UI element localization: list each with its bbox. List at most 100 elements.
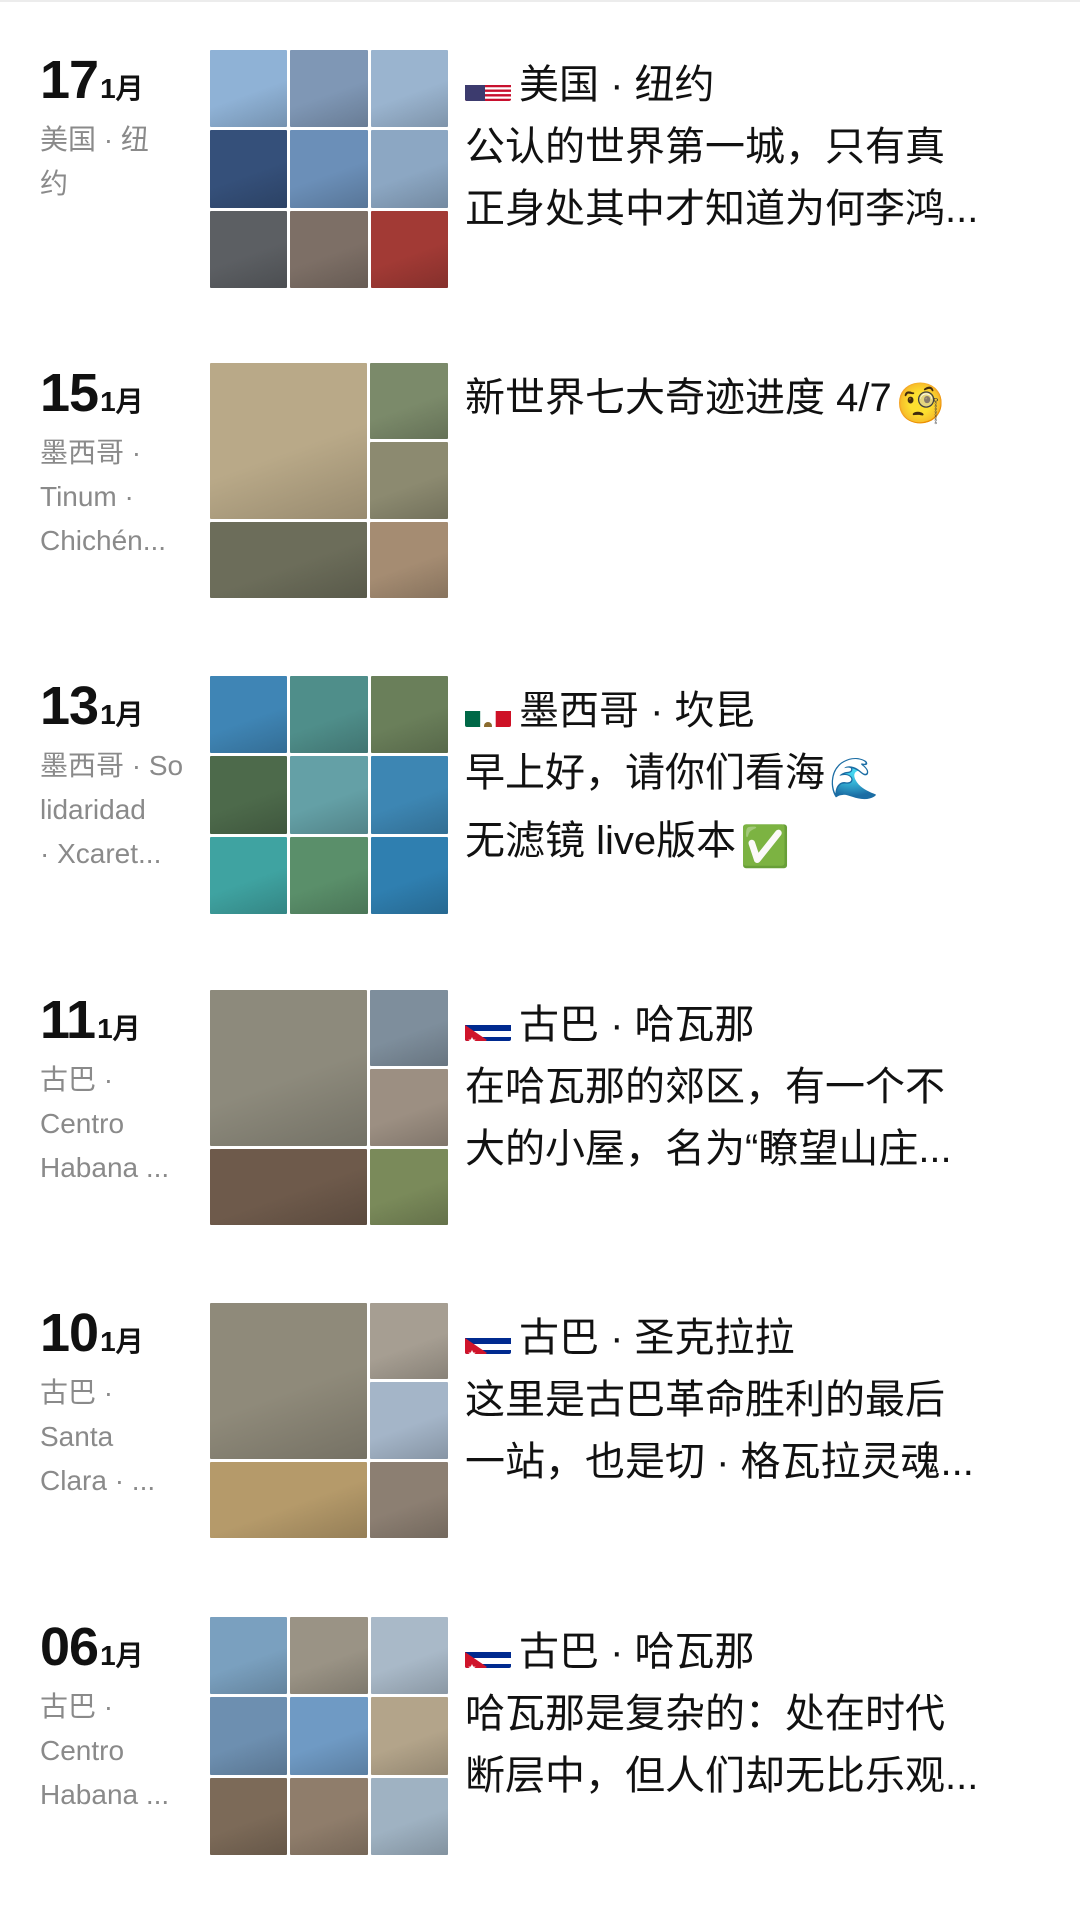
photo-thumbnail[interactable] <box>210 130 288 208</box>
photo-thumbnail[interactable] <box>370 130 448 208</box>
date-column: 151月墨西哥 · Tinum · Chichén... <box>40 363 205 563</box>
date-column: 131月 墨西哥 · So lidaridad · Xcaret... <box>40 676 205 876</box>
photo-thumbnail[interactable] <box>290 756 368 834</box>
post-text[interactable]: 古巴 · 哈瓦那 哈瓦那是复杂的：处在时代 断层中，但人们却无比乐观... <box>465 1621 1025 1807</box>
moment-entry[interactable]: 101月 古巴 · Santa Clara · ... 古巴 · 圣克拉拉 这里是古巴革命… <box>0 1303 1080 1543</box>
description-text: 哈瓦那是复杂的：处在时代 <box>465 1692 945 1736</box>
photo-thumbnail[interactable] <box>370 1697 448 1775</box>
location-line: 古巴 · <box>40 1377 114 1408</box>
description-line: 在哈瓦那的郊区，有一个不 <box>465 1056 1025 1118</box>
location-line: 古巴 · <box>40 1691 114 1722</box>
emoji-icon: 🌊 <box>829 757 879 801</box>
photo-thumbnail[interactable] <box>290 50 368 128</box>
moment-entry[interactable]: 061月 古巴 · Centro Habana ... 古巴 · 哈瓦那 哈瓦那是复杂的：… <box>0 1617 1080 1857</box>
photo-thumbnail[interactable] <box>210 1777 288 1855</box>
month-label: 1月 <box>100 73 144 104</box>
emoji-icon: ✅ <box>740 825 790 869</box>
photo-thumbnail[interactable] <box>290 210 368 288</box>
photo-thumbnail[interactable] <box>370 756 448 834</box>
photo-thumbnail[interactable] <box>290 1697 368 1775</box>
photo-thumbnail[interactable] <box>370 1303 448 1380</box>
description-line: 这里是古巴革命胜利的最后 <box>465 1369 1025 1431</box>
day-number: 15 <box>40 363 99 423</box>
photo-thumbnail[interactable] <box>210 1697 288 1775</box>
location-text: 美国 · 纽约 <box>40 118 205 206</box>
photo-thumbnail[interactable] <box>290 836 368 914</box>
description-line: 公认的世界第一城，只有真 <box>465 116 1025 178</box>
moment-entry[interactable]: 151月墨西哥 · Tinum · Chichén... 新世界七大奇迹进度 4/7 🧐 <box>0 363 1080 603</box>
photo-thumbnail[interactable] <box>370 836 448 914</box>
photo-thumbnail[interactable] <box>210 363 367 519</box>
location-text: 墨西哥 · Tinum · Chichén... <box>40 431 205 563</box>
location-line: 约 <box>40 168 69 199</box>
date-line: 111月 <box>40 990 205 1050</box>
photo-thumbnail[interactable] <box>210 836 288 914</box>
photo-thumbnail[interactable] <box>370 990 448 1067</box>
moment-entry[interactable]: 171月美国 · 纽约 美国 · 纽约 公认的世界第一城，只有真 正身处其中才知道为何… <box>0 50 1080 290</box>
description-text: 早上好，请你们看海 <box>465 751 825 795</box>
location-line: 古巴 · <box>40 1064 114 1095</box>
photo-thumbnail[interactable] <box>210 990 367 1146</box>
photo-thumbnail[interactable] <box>370 1461 448 1538</box>
photo-thumbnail[interactable] <box>210 756 288 834</box>
photo-thumbnail[interactable] <box>370 1777 448 1855</box>
photo-grid[interactable] <box>210 990 448 1228</box>
photo-thumbnail[interactable] <box>290 1617 368 1695</box>
photo-thumbnail[interactable] <box>210 676 288 754</box>
post-description: 这里是古巴革命胜利的最后 一站，也是切 · 格瓦拉灵魂... <box>465 1369 1025 1493</box>
description-line: 哈瓦那是复杂的：处在时代 <box>465 1683 1025 1745</box>
date-line: 171月 <box>40 50 205 110</box>
photo-thumbnail[interactable] <box>370 442 448 519</box>
description-line: 无滤镜 live版本 ✅ <box>465 810 1025 878</box>
location-text: 古巴 · Centro Habana ... <box>40 1685 205 1817</box>
location-line: Habana ... <box>40 1779 170 1810</box>
place-name: 古巴 · 哈瓦那 <box>519 1003 755 1047</box>
photo-thumbnail[interactable] <box>210 1148 367 1225</box>
photo-thumbnail[interactable] <box>370 363 448 440</box>
photo-thumbnail[interactable] <box>370 676 448 754</box>
photo-thumbnail[interactable] <box>210 1617 288 1695</box>
day-number: 06 <box>40 1617 99 1677</box>
description-text: 在哈瓦那的郊区，有一个不 <box>465 1065 945 1109</box>
emoji-icon: 🧐 <box>895 382 946 426</box>
moment-entry[interactable]: 131月 墨西哥 · So lidaridad · Xcaret... 墨西哥 · 坎昆… <box>0 676 1080 916</box>
moment-entry[interactable]: 111月 古巴 · Centro Habana ... 古巴 · 哈瓦那 在哈瓦那的郊区，… <box>0 990 1080 1230</box>
photo-thumbnail[interactable] <box>370 210 448 288</box>
post-description: 公认的世界第一城，只有真 正身处其中才知道为何李鸿... <box>465 116 1025 240</box>
photo-thumbnail[interactable] <box>370 50 448 128</box>
date-column: 101月 古巴 · Santa Clara · ... <box>40 1303 205 1503</box>
post-text[interactable]: 古巴 · 圣克拉拉 这里是古巴革命胜利的最后 一站，也是切 · 格瓦拉灵魂... <box>465 1307 1025 1493</box>
photo-thumbnail[interactable] <box>370 1617 448 1695</box>
photo-thumbnail[interactable] <box>370 1382 448 1459</box>
photo-thumbnail[interactable] <box>210 210 288 288</box>
photo-grid[interactable] <box>210 676 448 914</box>
photo-thumbnail[interactable] <box>370 521 448 598</box>
photo-grid[interactable] <box>210 50 448 288</box>
photo-thumbnail[interactable] <box>370 1148 448 1225</box>
date-line: 151月 <box>40 363 205 423</box>
photo-thumbnail[interactable] <box>370 1069 448 1146</box>
location-line: Tinum · <box>40 481 134 512</box>
date-line: 061月 <box>40 1617 205 1677</box>
date-column: 111月 古巴 · Centro Habana ... <box>40 990 205 1190</box>
location-line: Santa <box>40 1421 114 1452</box>
date-column: 061月古巴 · Centro Habana ... <box>40 1617 205 1817</box>
photo-thumbnail[interactable] <box>290 130 368 208</box>
post-text[interactable]: 新世界七大奇迹进度 4/7 🧐 <box>465 367 1025 435</box>
post-text[interactable]: 墨西哥 · 坎昆 早上好，请你们看海 🌊 无滤镜 live版本 ✅ <box>465 680 1025 878</box>
post-text[interactable]: 美国 · 纽约 公认的世界第一城，只有真 正身处其中才知道为何李鸿... <box>465 54 1025 240</box>
photo-grid[interactable] <box>210 363 448 601</box>
photo-thumbnail[interactable] <box>210 1303 367 1459</box>
day-number: 10 <box>40 1303 99 1363</box>
photo-thumbnail[interactable] <box>210 50 288 128</box>
photo-grid[interactable] <box>210 1617 448 1855</box>
photo-thumbnail[interactable] <box>210 521 367 598</box>
description-line: 断层中，但人们却无比乐观... <box>465 1745 1025 1807</box>
cu-flag-icon <box>465 1324 511 1354</box>
day-number: 11 <box>40 990 96 1050</box>
photo-thumbnail[interactable] <box>210 1461 367 1538</box>
photo-thumbnail[interactable] <box>290 1777 368 1855</box>
photo-grid[interactable] <box>210 1303 448 1541</box>
photo-thumbnail[interactable] <box>290 676 368 754</box>
post-text[interactable]: 古巴 · 哈瓦那 在哈瓦那的郊区，有一个不 大的小屋，名为“瞭望山庄... <box>465 994 1025 1180</box>
